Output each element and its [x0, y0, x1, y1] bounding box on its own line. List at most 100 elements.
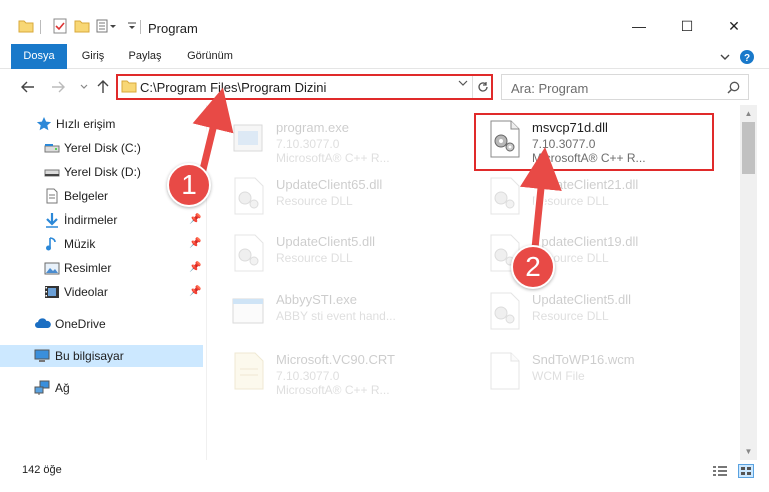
tab-dosya[interactable]: Dosya	[11, 44, 67, 69]
file-description: MicrosoftA® C++ R...	[276, 151, 390, 165]
sidebar-item-onedrive[interactable]: OneDrive	[0, 313, 203, 335]
sidebar-item-label: Ağ	[55, 381, 70, 395]
download-icon	[44, 212, 60, 228]
file-list: program.exe 7.10.3077.0 MicrosoftA® C++ …	[210, 105, 740, 460]
pin-icon[interactable]: 📌	[189, 214, 201, 225]
document-icon	[44, 188, 60, 204]
music-icon	[44, 236, 60, 252]
file-tile[interactable]: SndToWP16.wcm WCM File	[466, 343, 711, 399]
address-path[interactable]: C:\Program Files\Program Dizini	[140, 80, 326, 95]
file-name: Microsoft.VC90.CRT	[276, 352, 395, 367]
pictures-icon	[44, 260, 60, 276]
search-box[interactable]: Ara: Program	[501, 74, 749, 100]
file-description: WCM File	[532, 369, 585, 383]
file-description: ABBY sti event hand...	[276, 309, 396, 323]
scroll-up-icon[interactable]: ▲	[740, 105, 757, 122]
ribbon: Dosya Giriş Paylaş Görünüm ?	[0, 44, 769, 69]
file-name: UpdateClient65.dll	[276, 177, 383, 192]
help-icon[interactable]: ?	[739, 49, 755, 65]
folder-icon	[121, 79, 137, 96]
properties-icon[interactable]	[52, 18, 68, 34]
sidebar-item-label: Müzik	[64, 237, 96, 251]
window-title: Program	[148, 21, 198, 36]
file-tile[interactable]: UpdateClient5.dll Resource DLL	[466, 283, 711, 339]
pin-icon[interactable]: 📌	[189, 286, 201, 297]
drive-icon	[44, 164, 60, 180]
dll-icon	[230, 233, 266, 273]
sidebar-item-label: Yerel Disk (D:)	[64, 165, 141, 179]
file-name: AbbyySTI.exe	[276, 292, 357, 307]
dll-icon	[486, 176, 522, 216]
sidebar-item-label: İndirmeler	[64, 213, 118, 227]
file-tile[interactable]: AbbyySTI.exe ABBY sti event hand...	[210, 283, 455, 339]
file-name: program.exe	[276, 120, 349, 135]
file-tile[interactable]: UpdateClient65.dll Resource DLL	[210, 168, 455, 224]
pin-icon[interactable]: 📌	[189, 238, 201, 249]
sidebar-item-quick-access[interactable]: Hızlı erişim	[0, 113, 203, 135]
step-badge-1: 1	[167, 163, 211, 207]
sidebar-item-pictures[interactable]: Resimler 📌	[0, 257, 203, 279]
svg-text:?: ?	[744, 53, 750, 64]
search-icon[interactable]	[725, 79, 741, 95]
tiles-view-icon[interactable]	[738, 464, 754, 478]
file-tile[interactable]: UpdateClient19.dll Resource DLL	[466, 225, 711, 281]
highlight-box	[474, 113, 714, 171]
customize-toolbar-icon[interactable]	[96, 18, 118, 34]
details-view-icon[interactable]	[712, 464, 728, 478]
forward-arrow-icon[interactable]	[49, 78, 67, 96]
close-button[interactable]: ✕	[714, 14, 754, 38]
file-description: MicrosoftA® C++ R...	[276, 383, 390, 397]
up-arrow-icon[interactable]	[94, 78, 112, 96]
dll-icon	[230, 176, 266, 216]
sidebar-item-videos[interactable]: Videolar 📌	[0, 281, 203, 303]
file-name: UpdateClient19.dll	[532, 234, 639, 249]
address-dropdown-icon[interactable]	[456, 79, 470, 95]
manifest-icon	[230, 351, 266, 391]
network-icon	[34, 380, 50, 396]
scroll-down-icon[interactable]: ▼	[740, 443, 757, 460]
blank-file-icon	[486, 351, 522, 391]
minimize-button[interactable]: —	[619, 14, 659, 38]
file-name: UpdateClient5.dll	[276, 234, 376, 249]
address-bar[interactable]: C:\Program Files\Program Dizini	[116, 74, 493, 100]
sidebar-item-label: Bu bilgisayar	[55, 349, 124, 363]
search-placeholder[interactable]: Ara: Program	[511, 81, 588, 96]
tab-gorunum[interactable]: Görünüm	[178, 44, 242, 69]
dropdown-icon[interactable]	[124, 18, 140, 34]
file-description: Resource DLL	[532, 309, 609, 323]
new-folder-icon[interactable]	[74, 18, 90, 34]
tab-paylas[interactable]: Paylaş	[117, 44, 173, 69]
maximize-button[interactable]: ☐	[667, 14, 707, 38]
file-tile[interactable]: Microsoft.VC90.CRT 7.10.3077.0 Microsoft…	[210, 343, 455, 399]
sidebar-item-label: OneDrive	[55, 317, 106, 331]
star-icon	[36, 116, 52, 132]
refresh-icon[interactable]	[472, 76, 492, 98]
scroll-thumb[interactable]	[742, 122, 755, 174]
sidebar-item-label: Videolar	[64, 285, 108, 299]
back-arrow-icon[interactable]	[19, 78, 37, 96]
file-name: UpdateClient5.dll	[532, 292, 632, 307]
pane-divider[interactable]	[206, 105, 207, 460]
sidebar-item-network[interactable]: Ağ	[0, 377, 203, 399]
file-tile[interactable]: UpdateClient21.dll Resource DLL	[466, 168, 711, 224]
folder-icon	[18, 18, 34, 34]
file-tile[interactable]: UpdateClient5.dll Resource DLL	[210, 225, 455, 281]
status-bar: 142 öğe	[0, 460, 769, 482]
video-icon	[44, 284, 60, 300]
sidebar-item-local-disk-c[interactable]: Yerel Disk (C:)	[0, 137, 203, 159]
item-count: 142 öğe	[22, 464, 62, 476]
sidebar-item-this-pc[interactable]: Bu bilgisayar	[0, 345, 203, 367]
file-description: Resource DLL	[276, 194, 353, 208]
exe-icon	[230, 291, 266, 331]
file-tile[interactable]: program.exe 7.10.3077.0 MicrosoftA® C++ …	[210, 111, 455, 167]
file-name: SndToWP16.wcm	[532, 352, 635, 367]
tab-giris[interactable]: Giriş	[70, 44, 116, 69]
navigation-pane: Hızlı erişim Yerel Disk (C:) Yerel Disk …	[0, 105, 206, 460]
vertical-scrollbar[interactable]: ▲ ▼	[740, 105, 757, 460]
recent-locations-icon[interactable]	[75, 78, 93, 96]
pin-icon[interactable]: 📌	[189, 262, 201, 273]
sidebar-item-downloads[interactable]: İndirmeler 📌	[0, 209, 203, 231]
sidebar-item-music[interactable]: Müzik 📌	[0, 233, 203, 255]
expand-ribbon-icon[interactable]	[717, 49, 733, 65]
file-version: 7.10.3077.0	[276, 369, 340, 383]
